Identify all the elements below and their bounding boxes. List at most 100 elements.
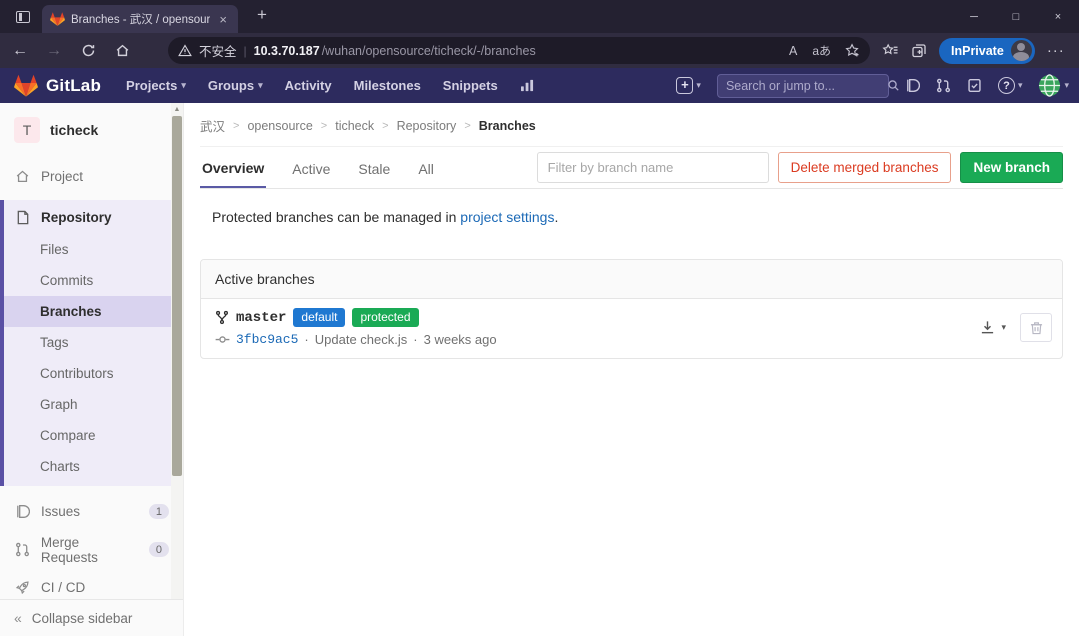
sidebar-item-compare[interactable]: Compare [4,420,183,451]
browser-window: Branches - 武汉 / opensource / ti × + ─ □ … [0,0,1079,636]
chevron-down-icon: ▾ [181,80,186,91]
chevron-right-icon: > [382,120,388,132]
home-button[interactable] [108,38,136,64]
commit-sha-link[interactable]: 3fbc9ac5 [236,332,298,347]
url-host[interactable]: 10.3.70.187 [254,44,320,58]
nav-groups-label: Groups [208,78,254,93]
sidebar-item-label: CI / CD [41,580,85,595]
collapse-sidebar-button[interactable]: « Collapse sidebar [0,599,183,636]
address-bar[interactable]: 不安全 | 10.3.70.187 /wuhan/opensource/tich… [168,37,870,64]
inprivate-label: InPrivate [951,44,1004,58]
browser-tab[interactable]: Branches - 武汉 / opensource / ti × [42,5,238,33]
help-menu[interactable]: ? ▾ [998,77,1023,94]
back-button[interactable]: ← [6,38,34,64]
user-menu[interactable]: ▾ [1038,74,1069,97]
tab-actions-icon[interactable] [8,5,38,29]
security-label[interactable]: 不安全 [199,41,237,60]
inprivate-badge[interactable]: InPrivate [939,38,1035,64]
todos-nav-icon[interactable] [967,78,982,93]
new-menu-button[interactable]: + ▾ [676,77,701,94]
tab-stale[interactable]: Stale [356,149,392,187]
sidebar-item-commits[interactable]: Commits [4,265,183,296]
read-aloud-icon[interactable]: A [789,44,798,58]
issues-nav-icon[interactable] [905,78,920,93]
search-input[interactable] [726,79,887,93]
project-context[interactable]: T ticheck [0,103,183,155]
chevron-down-icon: ▾ [1064,80,1069,91]
delete-merged-branches-button[interactable]: Delete merged branches [778,152,952,183]
breadcrumb-subgroup[interactable]: opensource [247,119,312,133]
default-badge: default [293,308,345,327]
new-branch-button[interactable]: New branch [960,152,1063,183]
sidebar-item-merge-requests[interactable]: Merge Requests 0 [0,534,183,565]
maximize-button[interactable]: □ [995,0,1037,33]
tab-active[interactable]: Active [290,149,332,187]
profile-avatar [1011,40,1032,61]
not-secure-icon [178,44,192,57]
browser-menu-icon[interactable]: ··· [1047,42,1065,59]
chevron-down-icon: ▾ [696,80,701,91]
nav-activity[interactable]: Activity [285,78,332,93]
translate-icon[interactable]: aあ [812,42,831,59]
global-search[interactable] [717,74,889,98]
navbar-right: + ▾ [676,74,1069,98]
close-button[interactable]: × [1037,0,1079,33]
scroll-up-icon[interactable]: ▲ [171,103,183,115]
breadcrumb-repository[interactable]: Repository [397,119,457,133]
refresh-button[interactable] [74,38,102,64]
nav-milestones[interactable]: Milestones [354,78,421,93]
tab-all[interactable]: All [416,149,436,187]
nav-projects[interactable]: Projects▾ [126,78,186,93]
sidebar-item-issues[interactable]: Issues 1 [0,496,183,527]
sidebar-item-graph[interactable]: Graph [4,389,183,420]
filter-branch-input[interactable] [537,152,769,183]
sidebar-item-files[interactable]: Files [4,234,183,265]
chevron-right-icon: > [233,120,239,132]
analytics-chart-icon[interactable] [520,79,535,92]
sidebar-item-contributors[interactable]: Contributors [4,358,183,389]
merge-requests-nav-icon[interactable] [936,78,951,93]
merge-request-icon [14,542,31,557]
commit-icon [215,334,230,345]
delete-branch-button[interactable] [1020,313,1052,342]
gitlab-logo[interactable]: GitLab [14,74,101,97]
download-source-button[interactable]: ▾ [980,320,1006,335]
sidebar-item-project[interactable]: Project [0,161,183,192]
chevrons-left-icon: « [14,610,22,626]
tab-close-icon[interactable]: × [216,12,230,27]
new-tab-button[interactable]: + [250,5,274,25]
project-avatar: T [14,117,40,143]
rocket-icon [14,580,31,595]
sidebar-item-branches[interactable]: Branches [4,296,183,327]
scrollbar-thumb[interactable] [172,116,182,476]
breadcrumb-group[interactable]: 武汉 [200,116,225,135]
minimize-button[interactable]: ─ [953,0,995,33]
sidebar-item-charts[interactable]: Charts [4,451,183,482]
nav-snippets-label: Snippets [443,78,498,93]
forward-button: → [40,38,68,64]
commit-message[interactable]: Update check.js [315,332,408,347]
sidebar-item-repository[interactable]: Repository [4,200,183,234]
nav-snippets[interactable]: Snippets [443,78,498,93]
nav-groups[interactable]: Groups▾ [208,78,263,93]
collections-icon[interactable] [911,43,927,59]
sidebar-item-tags[interactable]: Tags [4,327,183,358]
url-path[interactable]: /wuhan/opensource/ticheck/-/branches [322,44,536,58]
breadcrumb: 武汉 > opensource > ticheck > Repository >… [200,103,1063,147]
project-settings-link[interactable]: project settings [460,209,554,225]
project-sidebar: T ticheck Project R [0,103,184,636]
branch-row: master default protected 3fbc9ac5 · [201,299,1062,358]
branch-name-link[interactable]: master [236,310,286,326]
sidebar-scrollbar[interactable]: ▲ [171,103,183,599]
add-favorite-icon[interactable] [845,43,860,58]
favorites-bar-icon[interactable] [882,43,899,58]
gitlab-navbar: GitLab Projects▾ Groups▾ Activity Milest… [0,68,1079,103]
commit-time: 3 weeks ago [424,332,497,347]
breadcrumb-current: Branches [479,119,536,133]
branches-tabs-row: Overview Active Stale All Delete merged … [200,147,1063,189]
sidebar-item-label: Project [41,169,83,184]
vertical-tabs-glyph [16,11,30,23]
tab-overview[interactable]: Overview [200,148,266,188]
branch-row-controls: ▾ [980,313,1052,342]
breadcrumb-project[interactable]: ticheck [335,119,374,133]
